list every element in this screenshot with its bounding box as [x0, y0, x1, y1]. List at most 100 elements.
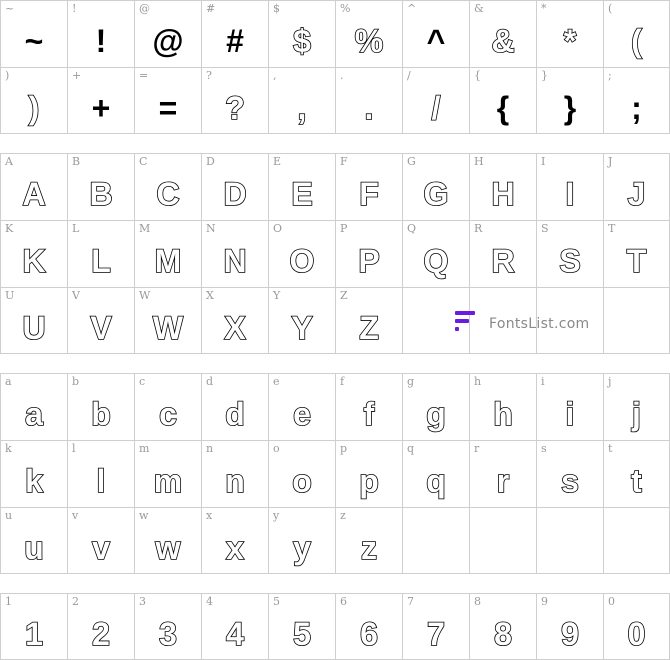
glyph-label: =: [139, 69, 149, 82]
glyph-cell: * *: [536, 0, 603, 67]
glyph-label: X: [206, 289, 214, 302]
glyph-cell: / /: [402, 67, 469, 134]
glyph-sample: Y: [291, 309, 314, 346]
glyph-label: B: [72, 155, 81, 168]
glyph-label: 3: [139, 595, 146, 608]
glyph-label: 1: [5, 595, 12, 608]
glyph-sample: ,: [297, 89, 307, 126]
glyph-label: j: [608, 375, 612, 388]
glyph-label: x: [206, 509, 213, 522]
glyph-cell: @ @: [134, 0, 201, 67]
glyph-label: /: [407, 69, 411, 82]
glyph-cell: RR: [469, 220, 536, 287]
glyph-cell: ii: [536, 373, 603, 440]
glyph-label: L: [72, 222, 80, 235]
glyph-cell: DD: [201, 153, 268, 220]
glyph-label: K: [5, 222, 14, 235]
glyph-cell: = =: [134, 67, 201, 134]
glyph-sample: z: [360, 529, 378, 566]
glyph-sample: R: [491, 243, 516, 279]
glyph-cell: [603, 287, 670, 354]
glyph-cell: [603, 507, 670, 574]
glyph-sample: M: [154, 243, 182, 279]
glyph-label: m: [139, 442, 150, 455]
glyph-cell: PP: [335, 220, 402, 287]
glyph-label: b: [72, 375, 80, 388]
glyph-sample: g: [425, 396, 446, 432]
glyph-sample: E: [291, 176, 314, 212]
glyph-label: r: [474, 442, 480, 455]
glyph-label: R: [474, 222, 483, 235]
glyph-sample: 1: [24, 615, 43, 652]
glyph-cell: # #: [201, 0, 268, 67]
glyph-sample: e: [292, 396, 311, 432]
glyph-sample: N: [223, 243, 248, 279]
glyph-cell: 11: [0, 593, 67, 660]
glyph-label: M: [139, 222, 151, 235]
glyph-cell: 44: [201, 593, 268, 660]
glyph-label: a: [5, 375, 12, 388]
glyph-sample: (: [630, 23, 642, 59]
glyph-sample: @: [152, 23, 184, 59]
glyph-label: c: [139, 375, 146, 388]
glyph-cell: ^ ^: [402, 0, 469, 67]
glyph-sample: ;: [631, 89, 642, 126]
glyph-sample: D: [223, 176, 248, 212]
glyph-cell: 55: [268, 593, 335, 660]
glyph-cell: EE: [268, 153, 335, 220]
glyph-sample: L: [90, 243, 111, 279]
glyph-cell: [536, 507, 603, 574]
glyph-cell: WW: [134, 287, 201, 354]
glyph-cell: LL: [67, 220, 134, 287]
glyph-label: o: [273, 442, 280, 455]
glyph-cell: qq: [402, 440, 469, 507]
glyph-label: ?: [206, 69, 212, 82]
glyph-sample: Z: [358, 309, 379, 346]
glyph-label: I: [541, 155, 546, 168]
glyph-cell: NN: [201, 220, 268, 287]
glyph-cell: FF: [335, 153, 402, 220]
glyph-cell: }}: [536, 67, 603, 134]
glyph-label: t: [608, 442, 613, 455]
glyph-sample: #: [226, 23, 244, 59]
glyph-sample: 8: [493, 615, 512, 652]
glyph-sample: ?: [224, 89, 245, 126]
glyph-cell: jj: [603, 373, 670, 440]
glyph-sample: &: [491, 23, 516, 59]
glyph-sample: !: [95, 23, 107, 59]
glyph-cell: GG: [402, 153, 469, 220]
glyph-sample: c: [158, 396, 177, 432]
glyph-sample: r: [496, 463, 510, 499]
section-digits: 11223344556677889900: [0, 593, 670, 660]
glyph-cell: 66: [335, 593, 402, 660]
glyph-label: $: [273, 2, 280, 15]
glyph-cell: {{: [469, 67, 536, 134]
section-symbols: ~ ~!! @ @ # # $ $%% ^ ^ & & * *(()) + + = =??,,.. / /{{}};;: [0, 0, 670, 134]
glyph-label: 4: [206, 595, 213, 608]
glyph-cell: vv: [67, 507, 134, 574]
glyph-sample: n: [224, 463, 245, 499]
glyph-cell: aa: [0, 373, 67, 440]
glyph-sample: ^: [426, 23, 446, 59]
glyph-cell: )): [0, 67, 67, 134]
glyph-label: u: [5, 509, 13, 522]
glyph-sample: 9: [560, 615, 579, 652]
glyph-row: uuvvwwxxyyzz: [0, 507, 670, 574]
glyph-sample: i: [565, 396, 575, 432]
glyph-sample: o: [291, 463, 312, 499]
glyph-label: 6: [340, 595, 347, 608]
glyph-sample: l: [96, 463, 106, 499]
glyph-cell: 22: [67, 593, 134, 660]
glyph-cell: JJ: [603, 153, 670, 220]
glyph-label: Z: [340, 289, 348, 302]
glyph-sample: H: [491, 176, 516, 212]
glyph-row: kkllmmnnooppqqrrsstt: [0, 440, 670, 507]
glyph-cell: CC: [134, 153, 201, 220]
glyph-sample: p: [358, 463, 379, 499]
glyph-sample: =: [158, 89, 178, 126]
glyph-sample: /: [431, 89, 441, 126]
glyph-label: k: [5, 442, 12, 455]
glyph-sample: Q: [423, 243, 449, 279]
glyph-cell: + +: [67, 67, 134, 134]
glyph-label: ;: [608, 69, 612, 82]
